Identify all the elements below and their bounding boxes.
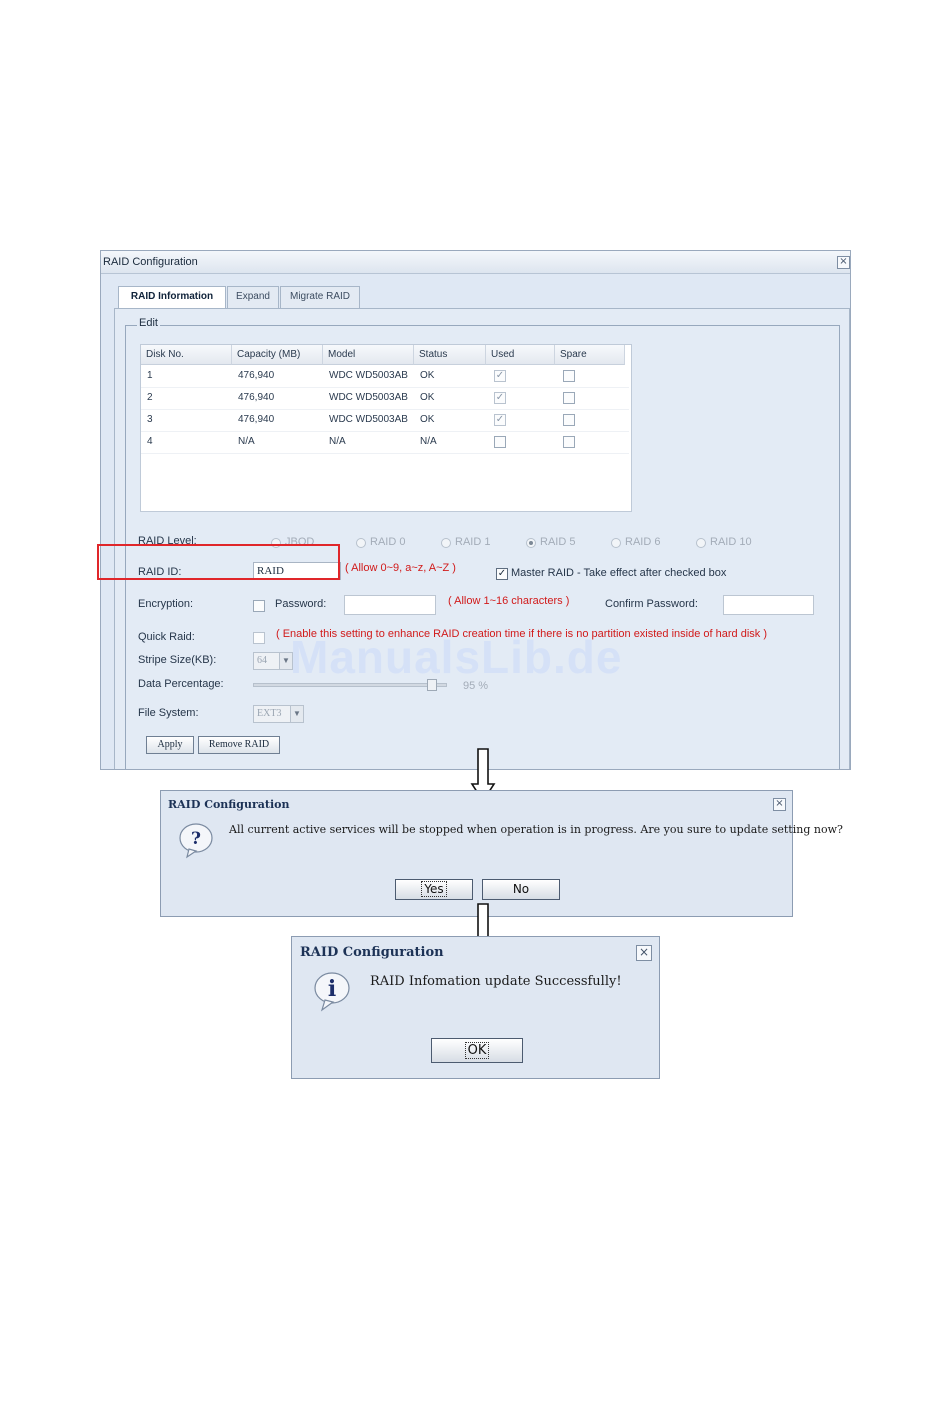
status-cell: N/A — [420, 436, 437, 447]
success-dialog-title: RAID Configuration — [300, 945, 444, 960]
radio-raid10[interactable] — [696, 538, 706, 548]
spare-checkbox[interactable] — [563, 436, 575, 448]
column-header-status[interactable]: Status — [414, 345, 486, 365]
confirm-dialog-message: All current active services will be stop… — [229, 823, 843, 836]
capacity-cell: N/A — [238, 436, 255, 447]
radio-raid1-label: RAID 1 — [455, 536, 491, 548]
table-row[interactable]: 2 476,940 WDC WD5003AB OK ✓ — [141, 387, 629, 410]
model-cell: N/A — [329, 436, 346, 447]
password-hint: ( Allow 1~16 characters ) — [448, 595, 570, 607]
used-checkbox[interactable] — [494, 436, 506, 448]
file-system-select[interactable]: EXT3 ▼ — [253, 705, 304, 723]
yes-button[interactable]: Yes — [395, 879, 473, 900]
stripe-size-value: 64 — [257, 655, 267, 666]
svg-text:i: i — [328, 976, 336, 1002]
table-row[interactable]: 4 N/A N/A N/A — [141, 431, 629, 454]
confirm-password-label: Confirm Password: — [605, 598, 698, 610]
file-system-label: File System: — [138, 707, 199, 719]
close-icon[interactable]: × — [636, 945, 652, 961]
model-cell: WDC WD5003AB — [329, 392, 408, 403]
question-icon: ? — [179, 823, 213, 859]
spare-checkbox[interactable] — [563, 370, 575, 382]
svg-text:?: ? — [191, 829, 201, 849]
tab-migrate-raid[interactable]: Migrate RAID — [280, 286, 360, 308]
table-row[interactable]: 3 476,940 WDC WD5003AB OK ✓ — [141, 409, 629, 432]
watermark-text: ManualsLib.de — [290, 631, 623, 683]
stripe-size-select[interactable]: 64 ▼ — [253, 652, 293, 670]
radio-raid6[interactable] — [611, 538, 621, 548]
slider-handle[interactable] — [427, 679, 437, 691]
confirm-dialog-title: RAID Configuration — [168, 798, 290, 811]
radio-raid6-label: RAID 6 — [625, 536, 661, 548]
radio-raid5[interactable] — [526, 538, 536, 548]
disk-no-cell: 1 — [147, 370, 153, 381]
column-header-capacity[interactable]: Capacity (MB) — [232, 345, 323, 365]
window-titlebar: RAID Configuration × — [101, 251, 850, 274]
chevron-down-icon: ▼ — [290, 706, 303, 722]
close-icon[interactable]: × — [773, 798, 786, 811]
disk-no-cell: 2 — [147, 392, 153, 403]
file-system-value: EXT3 — [257, 708, 282, 719]
radio-raid10-label: RAID 10 — [710, 536, 752, 548]
column-header-model[interactable]: Model — [323, 345, 414, 365]
data-percentage-value: 95 % — [463, 680, 489, 692]
data-percentage-slider-track[interactable] — [253, 679, 447, 691]
used-checkbox[interactable]: ✓ — [494, 392, 506, 404]
yes-button-label: Yes — [421, 881, 447, 897]
spare-checkbox[interactable] — [563, 392, 575, 404]
used-checkbox[interactable]: ✓ — [494, 414, 506, 426]
tab-raid-information[interactable]: RAID Information — [118, 286, 226, 309]
radio-raid0[interactable] — [356, 538, 366, 548]
remove-raid-button[interactable]: Remove RAID — [198, 736, 280, 754]
encryption-checkbox[interactable] — [253, 600, 265, 612]
status-cell: OK — [420, 392, 435, 403]
column-header-spare[interactable]: Spare — [555, 345, 625, 365]
raid-id-hint: ( Allow 0~9, a~z, A~Z ) — [345, 562, 456, 574]
radio-raid1[interactable] — [441, 538, 451, 548]
window-title: RAID Configuration — [103, 256, 198, 268]
capacity-cell: 476,940 — [238, 392, 275, 403]
capacity-cell: 476,940 — [238, 370, 275, 381]
radio-raid5-label: RAID 5 — [540, 536, 576, 548]
column-header-disk-no[interactable]: Disk No. — [141, 345, 232, 365]
quick-raid-label: Quick Raid: — [138, 631, 195, 643]
table-row[interactable]: 1 476,940 WDC WD5003AB OK ✓ — [141, 365, 629, 388]
model-cell: WDC WD5003AB — [329, 370, 408, 381]
ok-button-label: OK — [464, 1042, 490, 1059]
tab-expand[interactable]: Expand — [227, 286, 279, 308]
radio-raid0-label: RAID 0 — [370, 536, 406, 548]
status-cell: OK — [420, 414, 435, 425]
raid-config-window: RAID Configuration × RAID Information Ex… — [100, 250, 851, 770]
close-icon[interactable]: × — [837, 256, 850, 269]
spare-checkbox[interactable] — [563, 414, 575, 426]
success-dialog-message: RAID Infomation update Successfully! — [370, 974, 622, 989]
success-dialog: RAID Configuration × i RAID Infomation u… — [291, 936, 660, 1079]
capacity-cell: 476,940 — [238, 414, 275, 425]
master-raid-checkbox[interactable]: ✓ — [496, 568, 508, 580]
used-checkbox[interactable]: ✓ — [494, 370, 506, 382]
confirm-dialog: RAID Configuration × ? All current activ… — [160, 790, 843, 917]
column-header-used[interactable]: Used — [486, 345, 555, 365]
disk-table: Disk No. Capacity (MB) Model Status Used… — [140, 344, 632, 512]
disk-no-cell: 4 — [147, 436, 153, 447]
stripe-size-label: Stripe Size(KB): — [138, 654, 217, 666]
raid-id-highlight-box — [97, 544, 340, 580]
quick-raid-checkbox[interactable] — [253, 632, 265, 644]
ok-button[interactable]: OK — [431, 1038, 523, 1063]
no-button[interactable]: No — [482, 879, 560, 900]
apply-button[interactable]: Apply — [146, 736, 194, 754]
status-cell: OK — [420, 370, 435, 381]
data-percentage-label: Data Percentage: — [138, 678, 224, 690]
password-label: Password: — [275, 598, 327, 610]
encryption-label: Encryption: — [138, 598, 194, 610]
info-icon: i — [314, 972, 350, 1012]
password-input[interactable] — [344, 595, 436, 615]
disk-no-cell: 3 — [147, 414, 153, 425]
master-raid-label: Master RAID - Take effect after checked … — [511, 567, 727, 579]
edit-legend: Edit — [137, 317, 160, 329]
chevron-down-icon: ▼ — [279, 653, 292, 669]
model-cell: WDC WD5003AB — [329, 414, 408, 425]
confirm-password-input[interactable] — [723, 595, 814, 615]
